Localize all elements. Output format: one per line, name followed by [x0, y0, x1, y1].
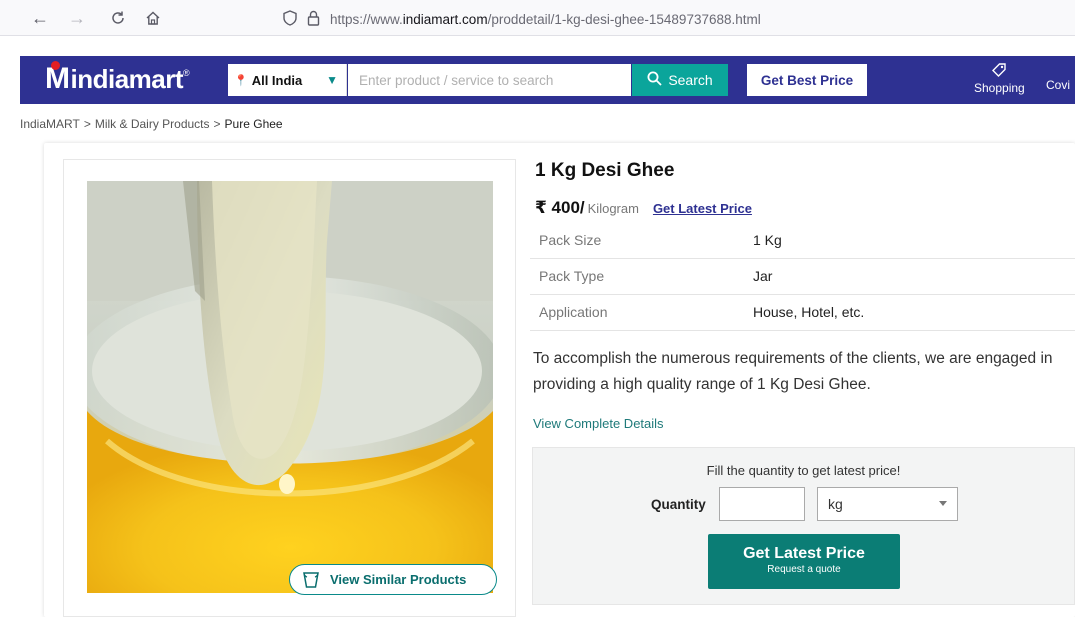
breadcrumb: IndiaMART > Milk & Dairy Products > Pure…: [20, 117, 283, 131]
breadcrumb-item-milk-dairy[interactable]: Milk & Dairy Products: [95, 117, 210, 131]
view-complete-details-link[interactable]: View Complete Details: [533, 416, 664, 431]
search-button[interactable]: Search: [632, 64, 728, 96]
chevron-down-icon: ▼: [326, 73, 338, 87]
spec-value: 1 Kg: [744, 222, 1075, 259]
search-label: Search: [668, 72, 713, 88]
price-unit: Kilogram: [587, 201, 639, 216]
search-icon: [647, 71, 662, 90]
breadcrumb-separator: >: [213, 117, 221, 131]
quote-panel: Fill the quantity to get latest price! Q…: [532, 447, 1075, 605]
get-latest-price-link[interactable]: Get Latest Price: [653, 201, 752, 216]
product-description: To accomplish the numerous requirements …: [533, 350, 1053, 393]
url-path: /proddetail/1-kg-desi-ghee-15489737688.h…: [487, 11, 761, 27]
product-price: ₹ 400/: [535, 198, 585, 217]
url-text: https://www.indiamart.com/proddetail/1-k…: [330, 12, 761, 27]
location-pin-icon: 📍: [234, 74, 248, 87]
shopping-link[interactable]: Shopping: [974, 62, 1025, 95]
tag-icon: [974, 62, 1025, 81]
logo-registered: ®: [183, 68, 190, 78]
breadcrumb-item-indiamart[interactable]: IndiaMART: [20, 117, 80, 131]
similar-label: View Similar Products: [330, 572, 467, 587]
button-sub-label: Request a quote: [767, 564, 841, 575]
spec-table: Pack Size 1 Kg Pack Type Jar Application…: [530, 222, 1075, 331]
table-row: Pack Type Jar: [530, 258, 1075, 295]
lock-icon[interactable]: [307, 10, 320, 29]
get-latest-price-button[interactable]: Get Latest Price Request a quote: [708, 534, 900, 589]
address-bar[interactable]: https://www.indiamart.com/proddetail/1-k…: [283, 9, 761, 29]
forward-arrow-icon[interactable]: →: [67, 8, 87, 28]
quantity-hint: Fill the quantity to get latest price!: [706, 463, 901, 478]
product-title: 1 Kg Desi Ghee: [535, 160, 675, 181]
logo-mark-icon: M: [45, 61, 70, 95]
covid-link[interactable]: Covi: [1046, 78, 1070, 92]
spec-value: House, Hotel, etc.: [744, 294, 1075, 331]
button-main-label: Get Latest Price: [743, 545, 865, 562]
unit-selected-label: kg: [828, 496, 843, 512]
spec-key: Pack Size: [530, 222, 744, 259]
quantity-input[interactable]: [719, 487, 805, 521]
table-row: Pack Size 1 Kg: [530, 222, 1075, 259]
shield-icon[interactable]: [283, 9, 297, 29]
table-row: Application House, Hotel, etc.: [530, 294, 1075, 331]
browser-toolbar: ← → https://www.indiamart.com/proddetail…: [0, 0, 1075, 36]
price-row: ₹ 400/ Kilogram Get Latest Price: [535, 198, 752, 218]
product-image[interactable]: [87, 181, 493, 593]
dropdown-arrow-icon: [939, 501, 947, 506]
search-input[interactable]: [348, 64, 631, 96]
quantity-label: Quantity: [651, 497, 706, 512]
reload-icon[interactable]: [108, 8, 128, 28]
spec-key: Application: [530, 294, 744, 331]
location-label: All India: [251, 72, 303, 88]
home-icon[interactable]: [143, 8, 163, 28]
breadcrumb-separator: >: [83, 117, 91, 131]
unit-select[interactable]: kg: [817, 487, 958, 521]
site-header: Mindiamart® 📍 All India ▼ Search Get Bes…: [20, 56, 1075, 104]
url-prefix: https://www.: [330, 11, 403, 27]
get-best-price-button[interactable]: Get Best Price: [747, 64, 867, 96]
view-similar-products-button[interactable]: View Similar Products: [289, 564, 497, 595]
breadcrumb-item-pure-ghee[interactable]: Pure Ghee: [225, 117, 283, 131]
spec-value: Jar: [744, 258, 1075, 295]
indiamart-logo[interactable]: Mindiamart ®: [45, 61, 190, 96]
cup-icon: [300, 569, 322, 591]
logo-text: indiamart: [70, 63, 184, 94]
spec-key: Pack Type: [530, 258, 744, 295]
back-arrow-icon[interactable]: ←: [30, 8, 50, 28]
shopping-label: Shopping: [974, 81, 1025, 95]
url-domain: indiamart.com: [402, 11, 488, 27]
location-select[interactable]: 📍 All India ▼: [228, 64, 347, 96]
